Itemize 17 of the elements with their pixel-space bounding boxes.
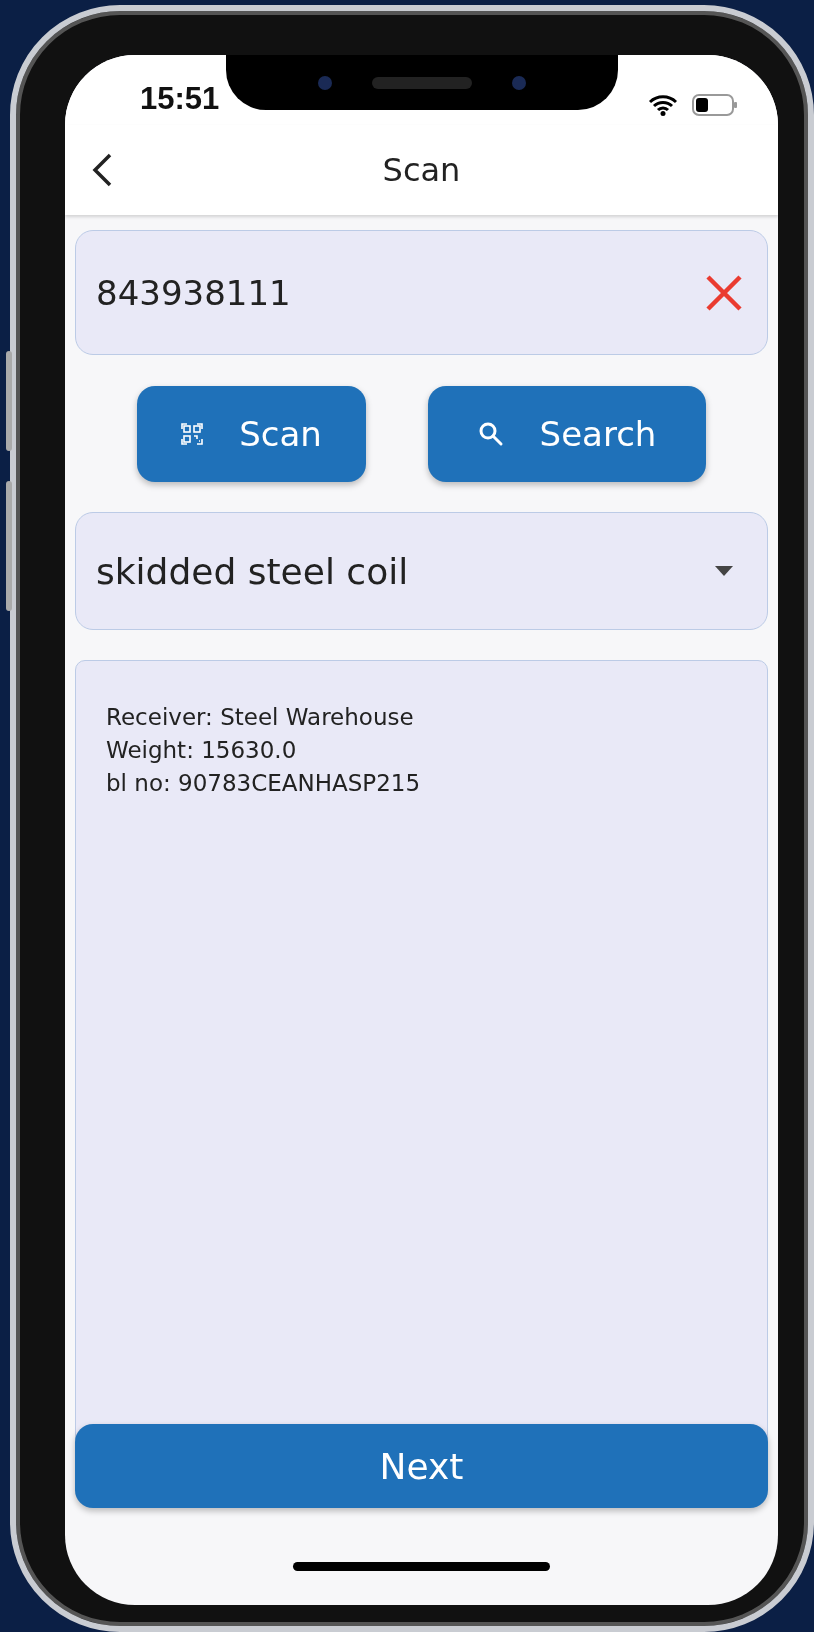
scan-button[interactable]: Scan <box>137 386 366 482</box>
search-button[interactable]: Search <box>428 386 706 482</box>
detail-line: Receiver: Steel Warehouse <box>106 703 415 732</box>
wifi-icon <box>648 94 678 116</box>
detail-line: Weight: 15630.0 <box>106 736 298 765</box>
battery-icon <box>692 93 738 117</box>
screen-title: Scan <box>382 151 461 189</box>
barcode-input-field[interactable]: 843938111 <box>75 230 768 355</box>
cargo-type-dropdown[interactable]: skidded steel coil <box>75 512 768 630</box>
status-time: 15:51 <box>140 81 220 117</box>
search-icon <box>477 421 504 447</box>
clear-icon[interactable] <box>705 273 743 312</box>
dropdown-caret-icon <box>715 566 733 576</box>
qr-code-icon <box>181 423 204 445</box>
next-button[interactable]: Next <box>75 1424 768 1508</box>
detail-line: bl no: 90783CEANHASP215 <box>106 769 422 798</box>
back-icon[interactable] <box>91 152 113 188</box>
